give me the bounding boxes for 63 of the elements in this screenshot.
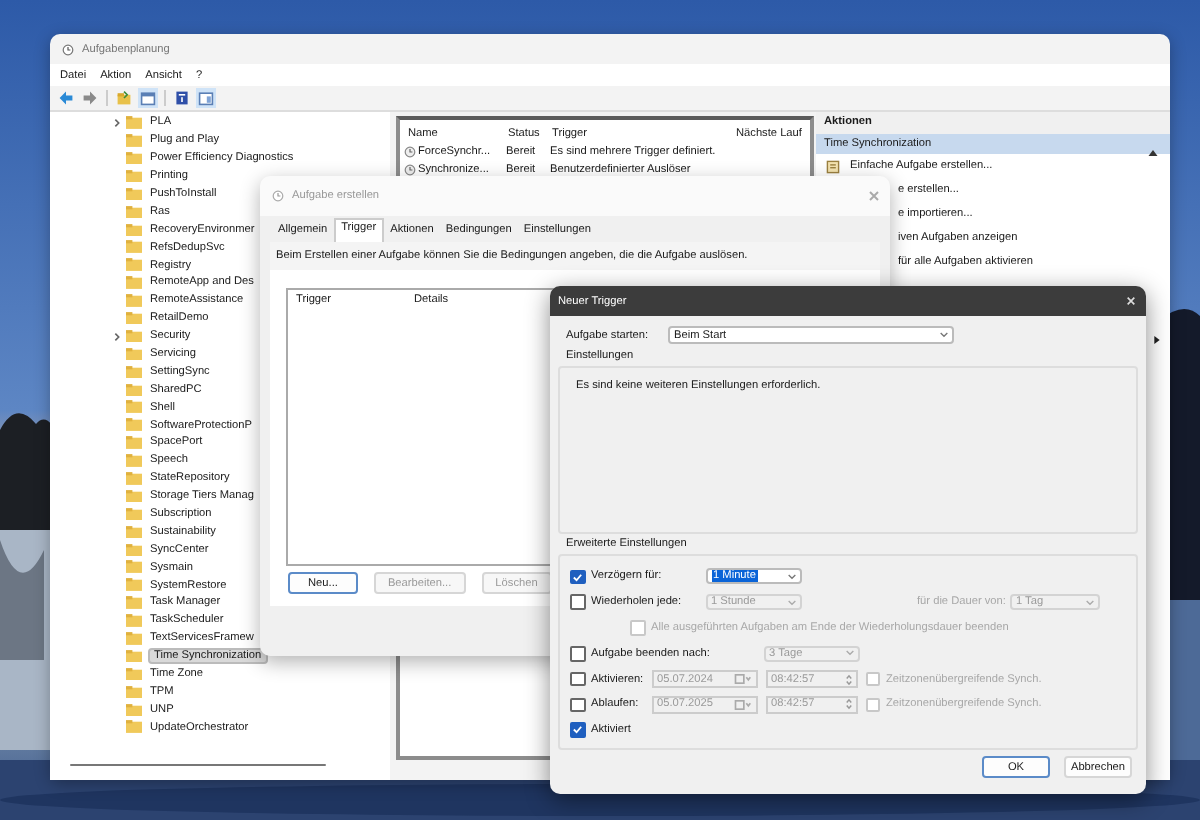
folder-icon — [126, 685, 142, 699]
folder-icon — [126, 400, 142, 414]
forward-arrow-icon[interactable] — [80, 88, 100, 108]
folder-icon — [126, 116, 142, 130]
spinner-icon[interactable] — [845, 698, 851, 711]
checkbox[interactable] — [570, 722, 585, 738]
folder-icon — [126, 560, 142, 574]
folder-icon — [126, 436, 142, 450]
scrollbar[interactable] — [70, 763, 326, 766]
task-icon — [826, 159, 840, 173]
folder-icon — [126, 703, 142, 717]
clock-icon — [272, 190, 284, 202]
caret-icon — [1085, 599, 1094, 606]
folder-icon — [126, 151, 142, 165]
folder-icon — [126, 329, 142, 343]
panel-icon[interactable] — [196, 88, 216, 108]
folder-icon — [126, 454, 142, 468]
caret-icon — [940, 332, 948, 338]
folder-icon — [126, 543, 142, 557]
chevron-icon[interactable] — [112, 331, 122, 342]
folder-icon — [126, 383, 142, 397]
folder-icon — [126, 311, 142, 325]
folder-icon — [126, 667, 142, 681]
folder-icon — [126, 169, 142, 183]
caret-icon — [787, 599, 795, 606]
checkbox[interactable] — [570, 594, 585, 610]
folder-icon — [126, 649, 142, 663]
folder-icon — [126, 720, 142, 734]
folder-icon — [126, 276, 142, 290]
spinner-icon[interactable] — [845, 673, 851, 686]
folder-icon[interactable] — [114, 88, 134, 108]
chevron-icon[interactable] — [112, 117, 122, 128]
caret-icon — [787, 573, 795, 580]
caret-icon — [845, 650, 853, 657]
folder-icon — [126, 418, 142, 432]
folder-icon — [126, 525, 142, 539]
folder-icon — [126, 205, 142, 219]
submenu-arrow-icon[interactable] — [1154, 336, 1160, 344]
folder-icon — [126, 507, 142, 521]
folder-icon — [126, 472, 142, 485]
folder-icon — [126, 258, 142, 272]
folder-icon — [126, 240, 142, 254]
collapse-caret-icon[interactable] — [1148, 150, 1158, 156]
clock-icon — [404, 145, 416, 157]
folder-icon — [126, 187, 142, 201]
checkbox[interactable] — [570, 646, 585, 662]
folder-icon — [126, 596, 142, 610]
folder-icon — [126, 294, 142, 308]
folder-icon — [126, 632, 142, 646]
folder-icon — [126, 614, 142, 628]
window-icon[interactable] — [138, 88, 158, 108]
help-icon[interactable] — [172, 88, 192, 108]
folder-icon — [126, 347, 142, 361]
back-arrow-icon[interactable] — [56, 88, 76, 108]
folder-icon — [126, 223, 142, 237]
folder-icon — [126, 365, 142, 379]
folder-icon — [126, 489, 142, 503]
folder-icon — [126, 134, 142, 148]
folder-icon — [126, 578, 142, 592]
checkbox[interactable] — [570, 569, 585, 585]
checkbox[interactable] — [570, 697, 585, 713]
checkbox[interactable] — [570, 671, 585, 687]
clock-icon — [62, 43, 74, 55]
